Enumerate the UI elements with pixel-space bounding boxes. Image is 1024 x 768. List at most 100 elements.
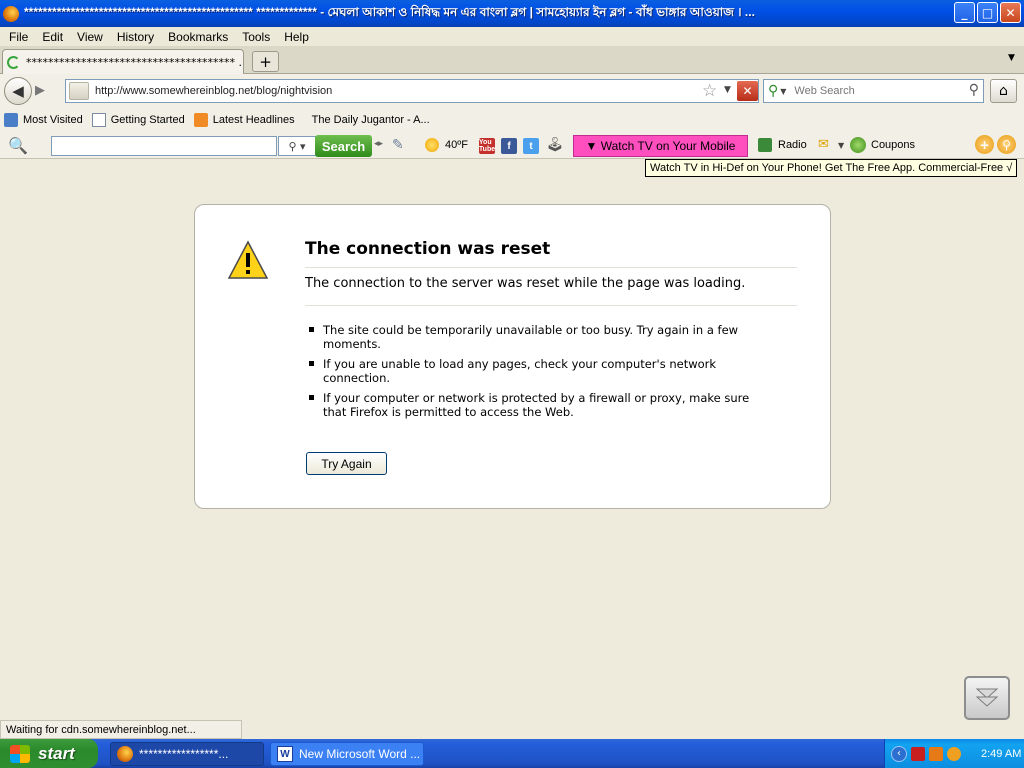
menu-bar: File Edit View History Bookmarks Tools H… <box>0 27 1024 46</box>
menu-edit[interactable]: Edit <box>37 30 68 44</box>
bookmark-label: The Daily Jugantor - A... <box>311 114 430 126</box>
search-go-icon[interactable]: ⚲ <box>969 82 979 98</box>
youtube-icon[interactable]: You Tube <box>479 138 495 154</box>
clock[interactable]: 2:49 AM <box>981 748 1021 760</box>
radio-label: Radio <box>778 139 807 151</box>
bookmark-daily-jugantor[interactable]: The Daily Jugantor - A... <box>312 114 430 126</box>
taskbar-item-firefox[interactable]: *****************... <box>110 742 264 766</box>
highlight-tool-icon[interactable]: ✎ <box>392 137 404 153</box>
arrow-left-icon: ◀ <box>12 82 24 100</box>
stop-button[interactable]: ✕ <box>737 81 758 101</box>
word-icon: W <box>277 746 293 762</box>
download-arrow-icon <box>975 688 999 707</box>
download-manager-icon[interactable] <box>929 746 943 761</box>
facebook-icon[interactable]: f <box>501 138 517 154</box>
bookmark-label: Getting Started <box>110 114 185 126</box>
list-all-tabs-icon[interactable]: ▼ <box>1008 53 1015 63</box>
radio-button[interactable]: Radio <box>758 138 807 152</box>
menu-help[interactable]: Help <box>279 30 314 44</box>
menu-file[interactable]: File <box>4 30 33 44</box>
windows-taskbar: start *****************... W New Microso… <box>0 739 1024 768</box>
url-text[interactable]: http://www.somewhereinblog.net/blog/nigh… <box>95 85 332 97</box>
list-item: If you are unable to load any pages, che… <box>305 357 775 385</box>
back-button[interactable]: ◀ <box>4 77 32 105</box>
tab-strip: ************************************** .… <box>0 46 1024 74</box>
coupons-icon <box>850 137 866 153</box>
show-hidden-icons-icon[interactable]: ‹ <box>891 745 907 762</box>
navigation-toolbar: ◀ ▶ http://www.somewhereinblog.net/blog/… <box>0 74 1024 108</box>
firefox-icon[interactable] <box>3 5 19 22</box>
bookmark-latest-headlines[interactable]: Latest Headlines <box>193 113 295 127</box>
firefox-icon <box>117 746 133 762</box>
search-toolbar: 🔍 ⚲ ▾ Search ◂▸ ✎ 40ºF You Tube f t 🕹 ▼ … <box>0 132 1024 159</box>
add-icon[interactable]: + <box>975 135 994 154</box>
toolbar-search-dropdown[interactable]: ⚲ ▾ <box>278 136 316 156</box>
menu-bookmarks[interactable]: Bookmarks <box>163 30 233 44</box>
error-description: The connection to the server was reset w… <box>305 276 797 306</box>
bookmark-label: Most Visited <box>23 114 83 126</box>
bookmark-most-visited[interactable]: Most Visited <box>4 113 83 127</box>
start-button[interactable]: start <box>0 739 98 768</box>
radio-icon <box>758 138 772 152</box>
url-bar[interactable]: http://www.somewhereinblog.net/blog/nigh… <box>65 79 759 103</box>
error-title: The connection was reset <box>305 239 797 268</box>
taskbar-item-label: New Microsoft Word ... <box>299 747 421 761</box>
search-icon: ⚲ <box>288 139 297 153</box>
toolbar-logo-icon[interactable]: 🔍 <box>8 136 28 155</box>
resize-handle-icon[interactable]: ◂▸ <box>374 139 383 149</box>
download-floating-button[interactable] <box>964 676 1010 720</box>
mail-icon[interactable]: ✉ <box>818 137 829 152</box>
mail-dropdown-icon[interactable]: ▼ <box>838 141 844 150</box>
close-button[interactable]: ✕ <box>1000 2 1021 23</box>
bookmark-star-icon[interactable]: ☆ <box>702 81 717 101</box>
toolbar-search-input[interactable] <box>51 136 277 156</box>
minimize-button[interactable]: _ <box>954 2 975 23</box>
twitter-icon[interactable]: t <box>523 138 539 154</box>
try-again-button[interactable]: Try Again <box>306 452 387 475</box>
bookmarks-toolbar: Most Visited Getting Started Latest Head… <box>0 108 1024 132</box>
weather-widget[interactable]: 40ºF <box>425 138 468 152</box>
list-item: If your computer or network is protected… <box>305 391 775 419</box>
status-bar: Waiting for cdn.somewhereinblog.net... <box>0 720 242 739</box>
weather-sun-icon <box>425 138 439 152</box>
window-title-bar[interactable]: ****************************************… <box>0 0 1024 27</box>
acrobat-icon[interactable] <box>911 746 925 761</box>
temperature: 40ºF <box>445 139 468 151</box>
menu-tools[interactable]: Tools <box>237 30 275 44</box>
home-button[interactable]: ⌂ <box>990 79 1017 103</box>
bookmark-getting-started[interactable]: Getting Started <box>91 113 185 127</box>
site-identity-icon[interactable] <box>69 82 89 100</box>
forward-button[interactable]: ▶ <box>35 83 55 99</box>
window-title: ****************************************… <box>24 4 755 19</box>
web-search-box[interactable]: ⚲ ▼ ⚲ <box>763 79 984 103</box>
menu-history[interactable]: History <box>112 30 159 44</box>
search-engine-dropdown-icon[interactable]: ▼ <box>780 87 786 96</box>
coupons-button[interactable]: Coupons <box>850 137 915 153</box>
search-engine-icon[interactable]: ⚲ <box>768 83 778 99</box>
warning-icon <box>227 240 269 279</box>
tooltip: Watch TV in Hi-Def on Your Phone! Get Th… <box>645 159 1018 177</box>
list-item: The site could be temporarily unavailabl… <box>305 323 775 351</box>
menu-view[interactable]: View <box>72 30 108 44</box>
magnifier-icon[interactable]: ⚲ <box>997 135 1016 154</box>
watch-tv-button[interactable]: ▼ Watch TV on Your Mobile <box>573 135 748 157</box>
rss-icon <box>193 113 208 127</box>
new-tab-button[interactable]: + <box>252 51 279 72</box>
start-label: start <box>38 743 75 763</box>
tab-title: ************************************** .… <box>26 55 241 69</box>
media-icon[interactable] <box>947 746 961 761</box>
home-icon: ⌂ <box>999 83 1008 99</box>
web-search-input[interactable] <box>794 85 955 97</box>
maximize-button[interactable]: □ <box>977 2 998 23</box>
tab-active[interactable]: ************************************** .… <box>2 49 244 74</box>
games-joystick-icon[interactable]: 🕹 <box>546 137 564 153</box>
arrow-right-icon: ▶ <box>35 83 45 98</box>
url-history-dropdown-icon[interactable]: ▼ <box>724 85 731 95</box>
most-visited-icon <box>4 113 18 127</box>
system-tray: ‹ 2:49 AM <box>884 739 1024 768</box>
bookmark-label: Latest Headlines <box>212 114 295 126</box>
taskbar-item-word[interactable]: W New Microsoft Word ... <box>270 742 424 766</box>
toolbar-search-button[interactable]: Search <box>315 135 372 157</box>
error-page: The connection was reset The connection … <box>194 204 831 509</box>
windows-logo-icon <box>10 744 30 763</box>
